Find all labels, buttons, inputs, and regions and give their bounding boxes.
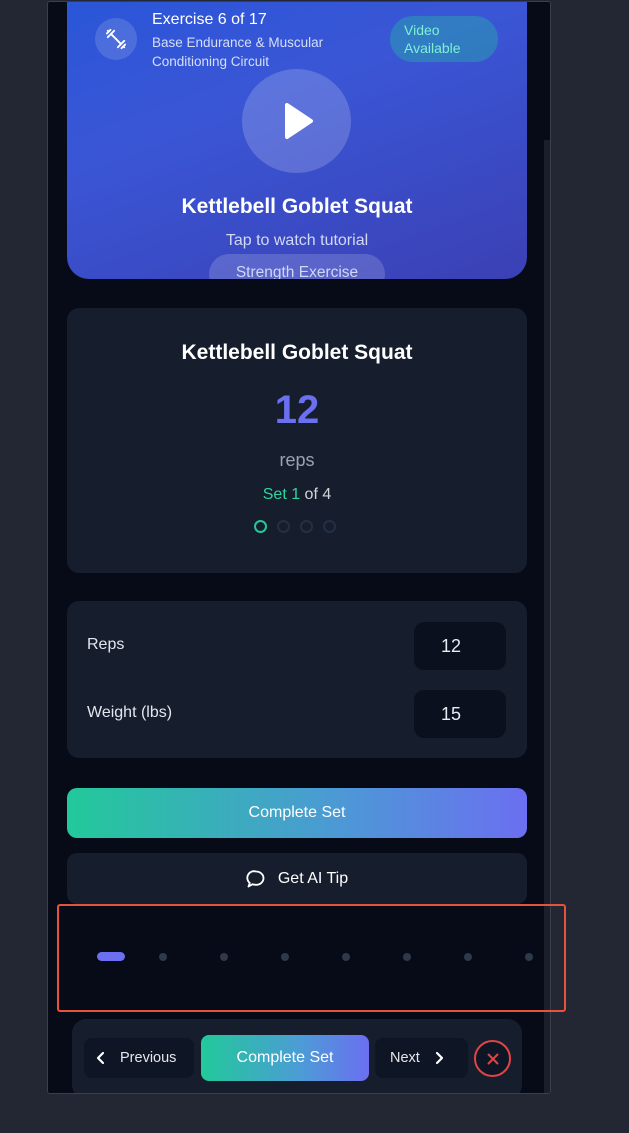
exercise-pager-dot[interactable]	[525, 953, 533, 961]
dumbbell-icon	[95, 18, 137, 60]
exercise-pager-dot[interactable]	[403, 953, 411, 961]
set-inputs-card: Reps 12 Weight (lbs) 15	[67, 601, 527, 758]
exercise-counter: Exercise 6 of 17	[152, 11, 267, 28]
bottom-nav-bar: Previous Complete Set Next	[72, 1019, 522, 1093]
ai-tip-label: Get AI Tip	[277, 869, 349, 887]
next-label: Next	[390, 1050, 420, 1066]
hero-exercise-title: Kettlebell Goblet Squat	[181, 195, 413, 218]
weight-input[interactable]: 15	[414, 690, 506, 738]
close-workout-button[interactable]	[474, 1040, 511, 1077]
get-ai-tip-button[interactable]: Get AI Tip	[67, 853, 527, 904]
exercise-pager-dot[interactable]	[464, 953, 472, 961]
bottom-complete-set-button[interactable]: Complete Set	[201, 1035, 369, 1081]
reps-input[interactable]: 12	[414, 622, 506, 670]
weight-label: Weight (lbs)	[87, 704, 173, 721]
set-dot	[300, 520, 313, 533]
complete-set-button[interactable]: Complete Set	[67, 788, 527, 838]
exercise-pager-dot[interactable]	[342, 953, 350, 961]
video-hero[interactable]: Exercise 6 of 17 Base Endurance & Muscul…	[67, 2, 527, 279]
chat-bubble-icon	[246, 869, 265, 887]
set-dot	[277, 520, 290, 533]
exercise-pager-dot[interactable]	[220, 953, 228, 961]
exercise-title: Kettlebell Goblet Squat	[181, 341, 413, 364]
play-button[interactable]	[242, 69, 351, 173]
category-tag: Strength Exercise	[209, 254, 385, 279]
exercise-pager-dot[interactable]	[159, 953, 167, 961]
close-icon	[487, 1053, 498, 1064]
set-dot	[323, 520, 336, 533]
total-sets-label: of 4	[300, 486, 332, 503]
next-button[interactable]: Next	[375, 1038, 468, 1078]
exercise-pager[interactable]	[97, 952, 537, 962]
tap-to-watch-hint: Tap to watch tutorial	[225, 232, 369, 249]
chevron-right-icon	[435, 1051, 443, 1065]
target-reps: 12	[274, 388, 320, 432]
previous-label: Previous	[120, 1050, 177, 1066]
play-icon	[284, 103, 313, 139]
current-set-label: Set 1	[262, 486, 301, 503]
reps-label: Reps	[87, 636, 125, 653]
video-available-badge: Video Available	[390, 16, 498, 62]
set-progress-text: Set 1 of 4	[67, 486, 527, 504]
circuit-name: Base Endurance & Muscular Conditioning C…	[152, 35, 324, 69]
exercise-pager-dot[interactable]	[281, 953, 289, 961]
chevron-left-icon	[96, 1051, 105, 1065]
exercise-pager-dot[interactable]	[97, 952, 125, 961]
exercise-card: Kettlebell Goblet Squat 12 reps Set 1 of…	[67, 308, 527, 573]
previous-button[interactable]: Previous	[84, 1038, 194, 1078]
reps-unit: reps	[279, 450, 315, 470]
set-indicator	[254, 520, 336, 534]
set-dot	[254, 520, 267, 533]
